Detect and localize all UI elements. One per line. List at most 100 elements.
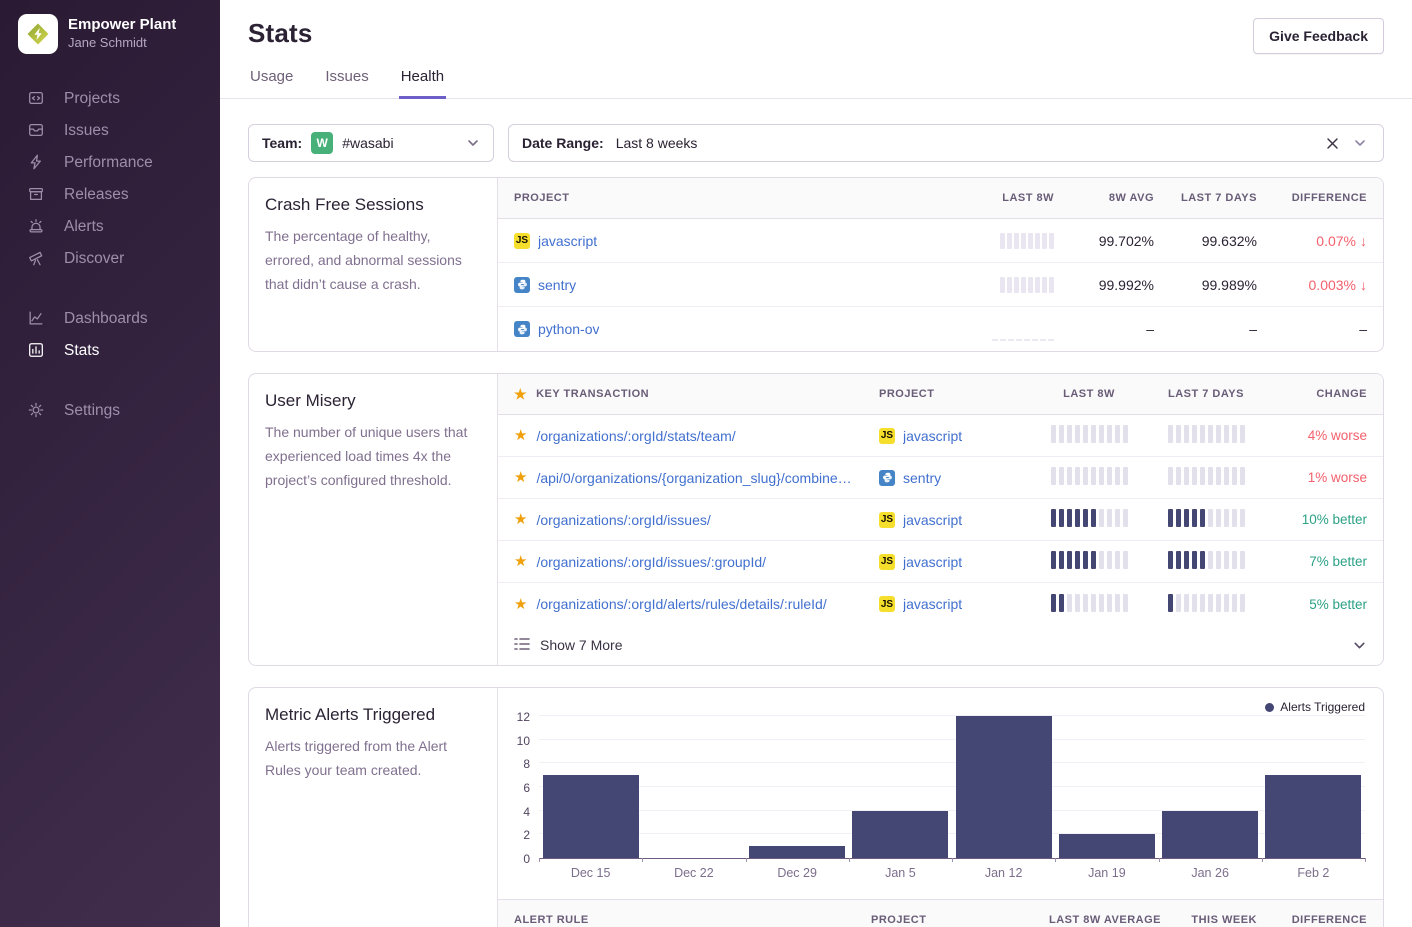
score-bar — [1075, 509, 1080, 527]
y-tick-label: 4 — [523, 805, 530, 819]
tab-usage[interactable]: Usage — [248, 68, 295, 99]
score-bar — [1208, 594, 1213, 612]
score-bar — [1184, 467, 1189, 485]
score-bar — [1176, 509, 1181, 527]
chart-bar[interactable] — [852, 811, 948, 858]
sidebar-item-discover[interactable]: Discover — [0, 242, 220, 274]
chart-bar[interactable] — [1059, 834, 1155, 858]
star-icon[interactable]: ★ — [514, 554, 527, 569]
arrow-down-icon: ↓ — [1360, 233, 1367, 249]
sidebar-item-stats[interactable]: Stats — [0, 334, 220, 366]
project-link[interactable]: javascript — [538, 233, 597, 249]
score-bar — [1051, 425, 1056, 443]
chart-bar[interactable] — [1265, 775, 1361, 858]
x-tick — [1262, 858, 1263, 862]
chart-bar-slot — [1159, 717, 1262, 858]
chart-bar[interactable] — [749, 846, 845, 858]
chart-bar[interactable] — [543, 775, 639, 858]
project-cell: sentry — [879, 470, 1031, 486]
score-bars — [1031, 425, 1147, 443]
sidebar-item-settings[interactable]: Settings — [0, 394, 220, 426]
chart-bar[interactable] — [956, 716, 1052, 858]
project-link[interactable]: javascript — [903, 512, 962, 528]
stats-icon — [26, 340, 46, 360]
give-feedback-button[interactable]: Give Feedback — [1253, 18, 1384, 54]
chevron-down-icon — [1352, 638, 1367, 653]
transaction-link[interactable]: /organizations/:orgId/alerts/rules/detai… — [536, 596, 826, 612]
org-switcher[interactable]: Empower Plant Jane Schmidt — [0, 14, 220, 54]
score-bar — [1192, 594, 1197, 612]
spark-bar — [1008, 339, 1014, 341]
clear-date-icon[interactable] — [1322, 133, 1342, 153]
tab-health[interactable]: Health — [399, 68, 446, 99]
date-range-filter[interactable]: Date Range: Last 8 weeks — [508, 124, 1384, 162]
sidebar-item-releases[interactable]: Releases — [0, 178, 220, 210]
date-range-value: Last 8 weeks — [616, 135, 698, 151]
project-link[interactable]: sentry — [903, 470, 941, 486]
y-tick-label: 8 — [523, 757, 530, 771]
score-bar — [1240, 467, 1245, 485]
star-icon[interactable]: ★ — [514, 470, 527, 485]
column-header: CHANGE — [1265, 388, 1367, 400]
sidebar-item-dashboards[interactable]: Dashboards — [0, 302, 220, 334]
score-bar — [1200, 467, 1205, 485]
panel-title: User Misery — [265, 391, 481, 411]
score-bar — [1051, 594, 1056, 612]
project-link[interactable]: javascript — [903, 596, 962, 612]
panel-description: The number of unique users that experien… — [265, 420, 481, 492]
last-8w-cell — [1031, 425, 1147, 446]
y-tick-label: 10 — [517, 734, 530, 748]
transaction-link[interactable]: /organizations/:orgId/issues/:groupId/ — [536, 554, 766, 570]
change-value: 5% better — [1265, 597, 1367, 612]
chevron-down-icon[interactable] — [1350, 133, 1370, 153]
score-bar — [1099, 425, 1104, 443]
sidebar-item-alerts[interactable]: Alerts — [0, 210, 220, 242]
sidebar-item-projects[interactable]: Projects — [0, 82, 220, 114]
date-range-label: Date Range: — [522, 135, 604, 151]
project-link[interactable]: sentry — [538, 277, 576, 293]
sidebar-item-label: Projects — [64, 89, 120, 108]
project-cell: sentry — [514, 277, 936, 293]
sidebar-item-performance[interactable]: Performance — [0, 146, 220, 178]
column-header: THIS WEEK — [1161, 914, 1257, 926]
column-header: LAST 7 DAYS — [1154, 192, 1257, 204]
last-7-days-cell — [1147, 467, 1265, 488]
spark-bar — [1007, 233, 1012, 249]
table-row: JSjavascript99.702%99.632%0.07%↓ — [498, 219, 1383, 263]
x-tick-label: Feb 2 — [1262, 866, 1365, 880]
score-bar — [1224, 467, 1229, 485]
tab-issues[interactable]: Issues — [323, 68, 370, 99]
score-bar — [1067, 467, 1072, 485]
x-tick-label: Jan 5 — [849, 866, 952, 880]
sparkline-cell — [936, 315, 1054, 344]
sidebar-item-label: Settings — [64, 401, 120, 420]
score-bar — [1099, 467, 1104, 485]
score-bar — [1107, 509, 1112, 527]
avg-value: 99.992% — [1054, 277, 1154, 293]
star-icon[interactable]: ★ — [514, 428, 527, 443]
user-misery-table-rows: ★ /organizations/:orgId/stats/team/JSjava… — [498, 415, 1383, 625]
chart-legend[interactable]: Alerts Triggered — [1265, 700, 1365, 714]
spark-bar — [1028, 233, 1033, 249]
score-bar — [1232, 509, 1237, 527]
star-icon[interactable]: ★ — [514, 597, 527, 612]
project-link[interactable]: javascript — [903, 554, 962, 570]
transaction-link[interactable]: /api/0/organizations/{organization_slug}… — [536, 470, 851, 486]
project-cell: JSjavascript — [879, 554, 1031, 570]
score-bar — [1051, 467, 1056, 485]
transaction-link[interactable]: /organizations/:orgId/stats/team/ — [536, 428, 735, 444]
score-bar — [1051, 509, 1056, 527]
chart-bar[interactable] — [1162, 811, 1258, 858]
team-filter[interactable]: Team: W #wasabi — [248, 124, 494, 162]
project-link[interactable]: javascript — [903, 428, 962, 444]
score-bar — [1168, 594, 1173, 612]
project-cell: JSjavascript — [879, 512, 1031, 528]
project-link[interactable]: python-ov — [538, 321, 599, 337]
show-more-button[interactable]: Show 7 More — [498, 625, 1383, 665]
transaction-link[interactable]: /organizations/:orgId/issues/ — [536, 512, 710, 528]
score-bar — [1240, 551, 1245, 569]
score-bar — [1107, 551, 1112, 569]
project-cell: python-ov — [514, 321, 936, 337]
sidebar-item-issues[interactable]: Issues — [0, 114, 220, 146]
star-icon[interactable]: ★ — [514, 512, 527, 527]
